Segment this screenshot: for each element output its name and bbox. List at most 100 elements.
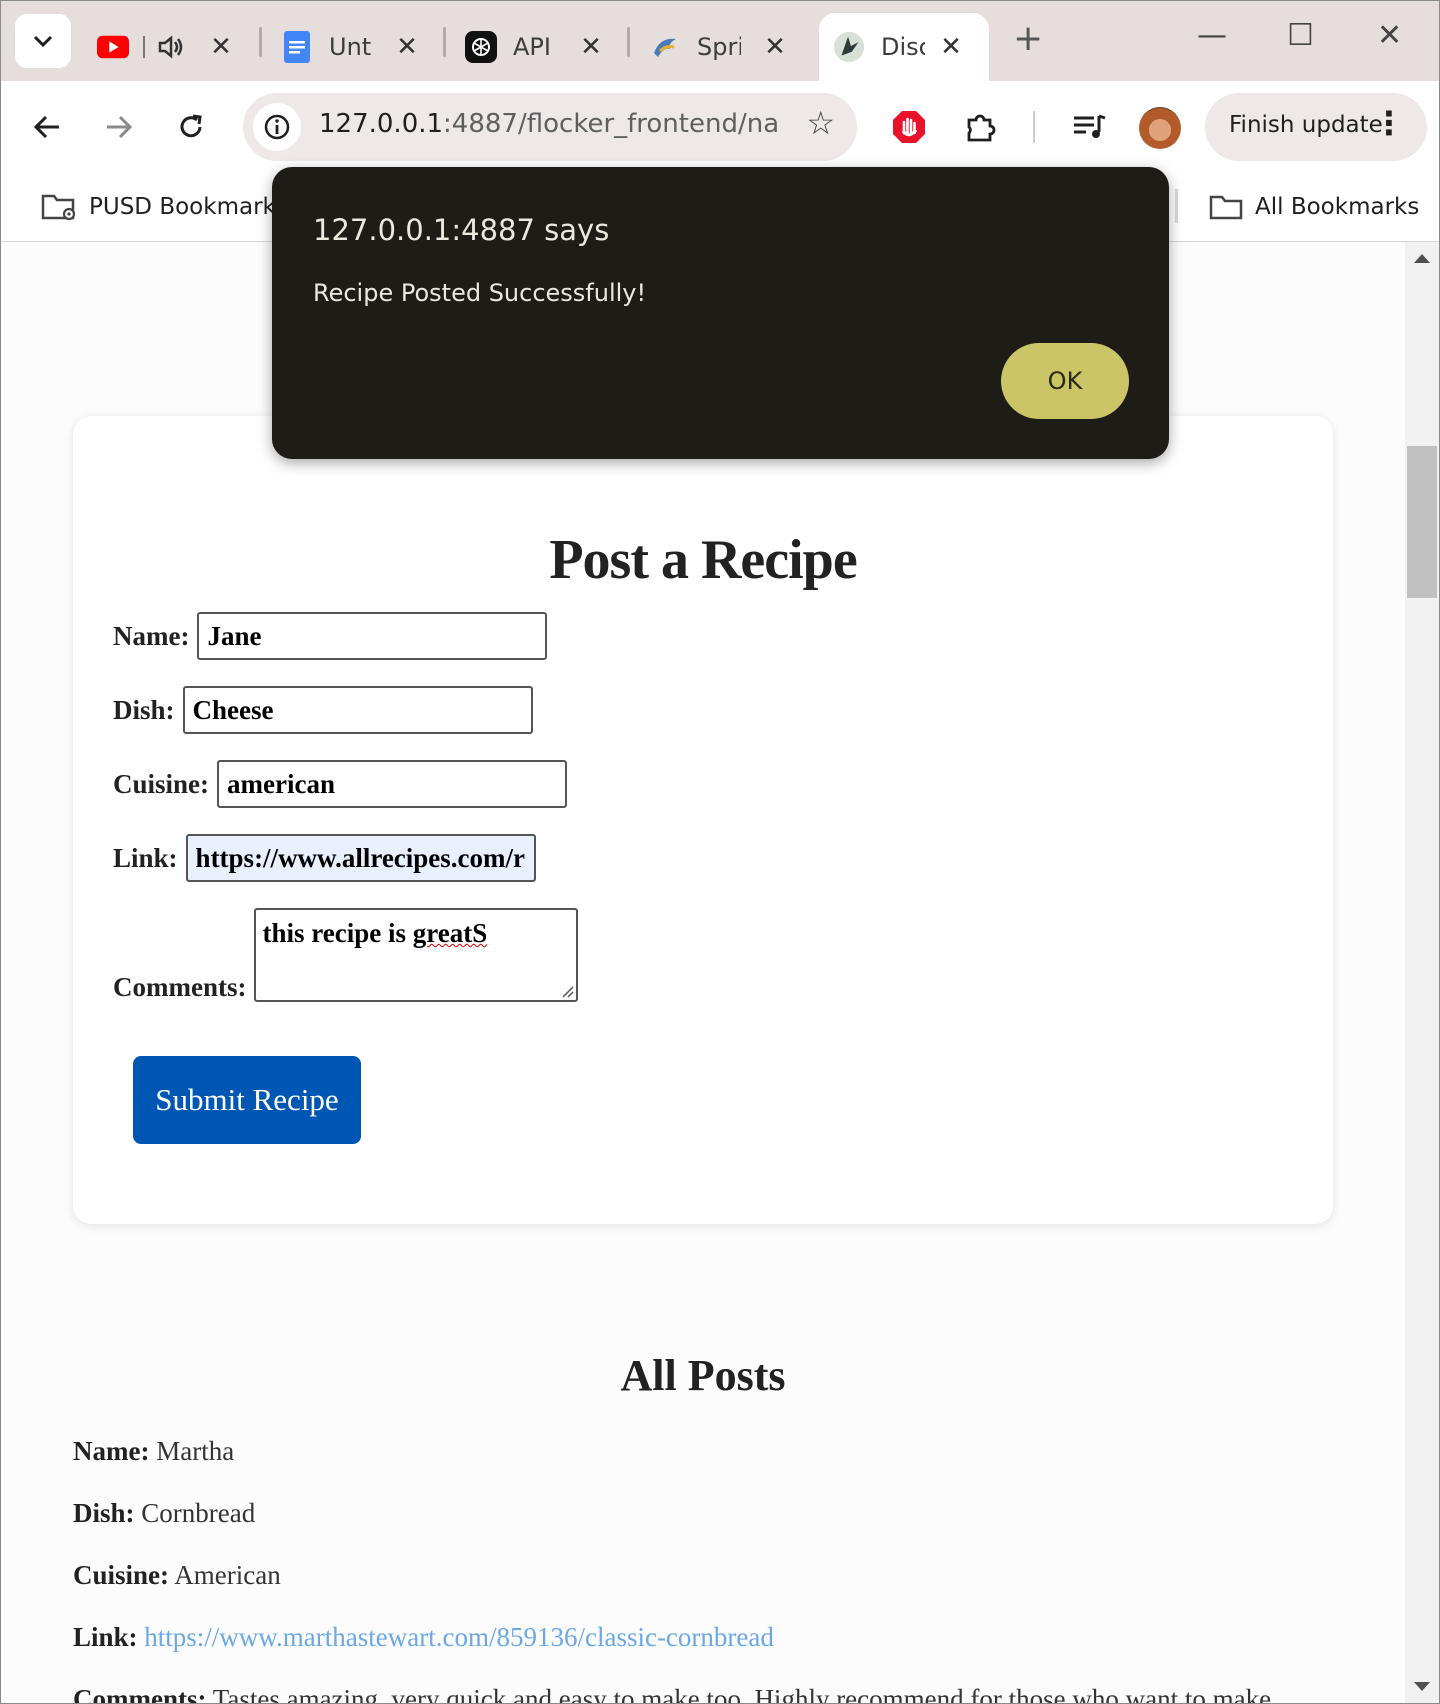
tab-close-icon[interactable]: ✕ — [937, 34, 965, 60]
vertical-scrollbar[interactable] — [1405, 242, 1439, 1703]
dish-input[interactable]: Cheese — [182, 686, 533, 734]
name-input[interactable]: Jane — [197, 612, 548, 660]
submit-recipe-button[interactable]: Submit Recipe — [133, 1056, 361, 1144]
url-path: :4887/flocker_frontend/na... — [443, 109, 779, 139]
dish-label: Dish: — [113, 694, 175, 725]
tab-close-icon[interactable]: ✕ — [761, 34, 789, 60]
tab-separator — [627, 27, 630, 57]
comments-textarea[interactable]: this recipe is greatS — [254, 908, 579, 1002]
tab-close-icon[interactable]: ✕ — [207, 34, 235, 60]
openai-icon — [465, 31, 497, 63]
kebab-menu-icon[interactable]: ⋮ — [1373, 107, 1405, 139]
post-name-label: Name: — [73, 1436, 150, 1466]
post-recipe-card: Post a Recipe Name: Jane Dish: Cheese Cu… — [73, 416, 1333, 1224]
page-title: Post a Recipe — [549, 529, 857, 591]
chevron-down-icon — [33, 35, 53, 48]
bookmark-label: All Bookmarks — [1255, 194, 1420, 220]
bookmark-star-icon[interactable]: ☆ — [806, 107, 835, 139]
post-link-url[interactable]: https://www.marthastewart.com/859136/cla… — [144, 1622, 774, 1652]
maximize-icon[interactable]: ☐ — [1287, 21, 1314, 51]
tab-openai[interactable]: API ✕ — [465, 13, 605, 81]
alert-dialog: 127.0.0.1:4887 says Recipe Posted Succes… — [272, 167, 1169, 459]
post-cuisine-label: Cuisine: — [73, 1560, 170, 1590]
comments-label: Comments: — [113, 972, 247, 1002]
tab-youtube[interactable]: ✕ — [97, 13, 235, 81]
reload-icon[interactable] — [167, 103, 215, 151]
link-input[interactable]: https://www.allrecipes.com/r — [185, 834, 536, 882]
profile-avatar[interactable] — [1139, 107, 1181, 149]
post-dish-value: Cornbread — [141, 1498, 256, 1528]
all-bookmarks-button[interactable]: All Bookmarks — [1209, 187, 1419, 227]
tab-docs[interactable]: Unti ✕ — [281, 13, 421, 81]
scrollbar-thumb[interactable] — [1407, 446, 1437, 598]
cuisine-input[interactable]: american — [217, 760, 568, 808]
tab-title: API — [513, 33, 551, 61]
tab-separator — [259, 27, 262, 57]
address-bar[interactable]: 127.0.0.1:4887/flocker_frontend/na... ☆ — [243, 93, 857, 161]
post-name: Name: Martha — [73, 1436, 234, 1467]
extensions-puzzle-icon[interactable] — [957, 103, 1005, 151]
media-playlist-icon[interactable] — [1065, 103, 1113, 151]
tab-close-icon[interactable]: ✕ — [577, 34, 605, 60]
post-cuisine-value: American — [174, 1560, 281, 1590]
dialog-message: Recipe Posted Successfully! — [313, 279, 647, 307]
bookmarks-separator — [1175, 189, 1178, 223]
post-comments-value: Tastes amazing, very quick and easy to m… — [212, 1684, 1272, 1703]
url-host: 127.0.0.1 — [319, 109, 444, 139]
post-link-label: Link: — [73, 1622, 138, 1652]
bookmark-folder-pusd[interactable]: PUSD Bookmarks — [41, 187, 288, 227]
tab-title: Spri — [697, 33, 741, 61]
comments-row: Comments: this recipe is greatS — [113, 908, 579, 1002]
google-docs-icon — [281, 31, 313, 63]
name-row: Name: Jane — [113, 612, 548, 660]
dialog-title: 127.0.0.1:4887 says — [313, 213, 610, 247]
back-arrow-icon[interactable] — [23, 103, 71, 151]
tab-spri[interactable]: Spri ✕ — [649, 13, 789, 81]
youtube-icon — [97, 31, 129, 63]
managed-folder-icon — [41, 194, 76, 221]
tab-divider — [143, 36, 145, 58]
dish-row: Dish: Cheese — [113, 686, 533, 734]
adblock-icon[interactable] — [885, 103, 933, 151]
bookmark-label: PUSD Bookmarks — [89, 194, 288, 220]
forward-arrow-icon[interactable] — [95, 103, 143, 151]
browser-toolbar: 127.0.0.1:4887/flocker_frontend/na... ☆ … — [1, 81, 1439, 173]
link-label: Link: — [113, 842, 178, 873]
fox-logo-icon — [833, 31, 865, 63]
scroll-down-arrow-icon[interactable] — [1414, 1682, 1430, 1691]
tab-title: Disc — [881, 33, 925, 61]
post-name-value: Martha — [156, 1436, 235, 1466]
folder-icon — [1209, 195, 1243, 220]
browser-window: ✕ Unti ✕ API ✕ Spri ✕ Dis ✕ + — ☐ ✕ 127.… — [0, 0, 1440, 1704]
misspelled-word: greatS — [412, 918, 488, 948]
tab-search-button[interactable] — [15, 14, 71, 68]
toolbar-separator — [1033, 111, 1035, 143]
url-text[interactable]: 127.0.0.1:4887/flocker_frontend/na... — [319, 109, 779, 139]
minimize-icon[interactable]: — — [1197, 21, 1227, 51]
comments-text: this recipe is — [262, 918, 413, 948]
new-tab-plus-icon[interactable]: + — [1013, 21, 1043, 57]
finish-update-label: Finish update — [1229, 112, 1383, 138]
post-dish: Dish: Cornbread — [73, 1498, 255, 1529]
cuisine-row: Cuisine: american — [113, 760, 568, 808]
all-posts-heading: All Posts — [620, 1351, 786, 1400]
scroll-up-arrow-icon[interactable] — [1414, 254, 1430, 263]
window-close-icon[interactable]: ✕ — [1377, 21, 1402, 51]
speaker-icon[interactable] — [155, 31, 187, 63]
resize-grip-icon[interactable] — [558, 982, 575, 998]
tab-strip: ✕ Unti ✕ API ✕ Spri ✕ Dis ✕ + — ☐ ✕ — [1, 1, 1439, 81]
tab-active-disc[interactable]: Disc ✕ — [819, 13, 989, 81]
cuisine-label: Cuisine: — [113, 768, 210, 799]
post-cuisine: Cuisine: American — [73, 1560, 281, 1591]
post-dish-label: Dish: — [73, 1498, 135, 1528]
post-link: Link: https://www.marthastewart.com/8591… — [73, 1622, 774, 1653]
tab-close-icon[interactable]: ✕ — [393, 34, 421, 60]
bird-icon — [649, 31, 681, 63]
tab-title: Unti — [329, 33, 373, 61]
site-info-icon[interactable] — [253, 103, 301, 151]
post-comments: Comments: Tastes amazing, very quick and… — [73, 1684, 1271, 1703]
dialog-ok-button[interactable]: OK — [1001, 343, 1129, 419]
finish-update-button[interactable]: Finish update ⋮ — [1205, 93, 1427, 161]
name-label: Name: — [113, 620, 190, 651]
tab-separator — [443, 27, 446, 57]
